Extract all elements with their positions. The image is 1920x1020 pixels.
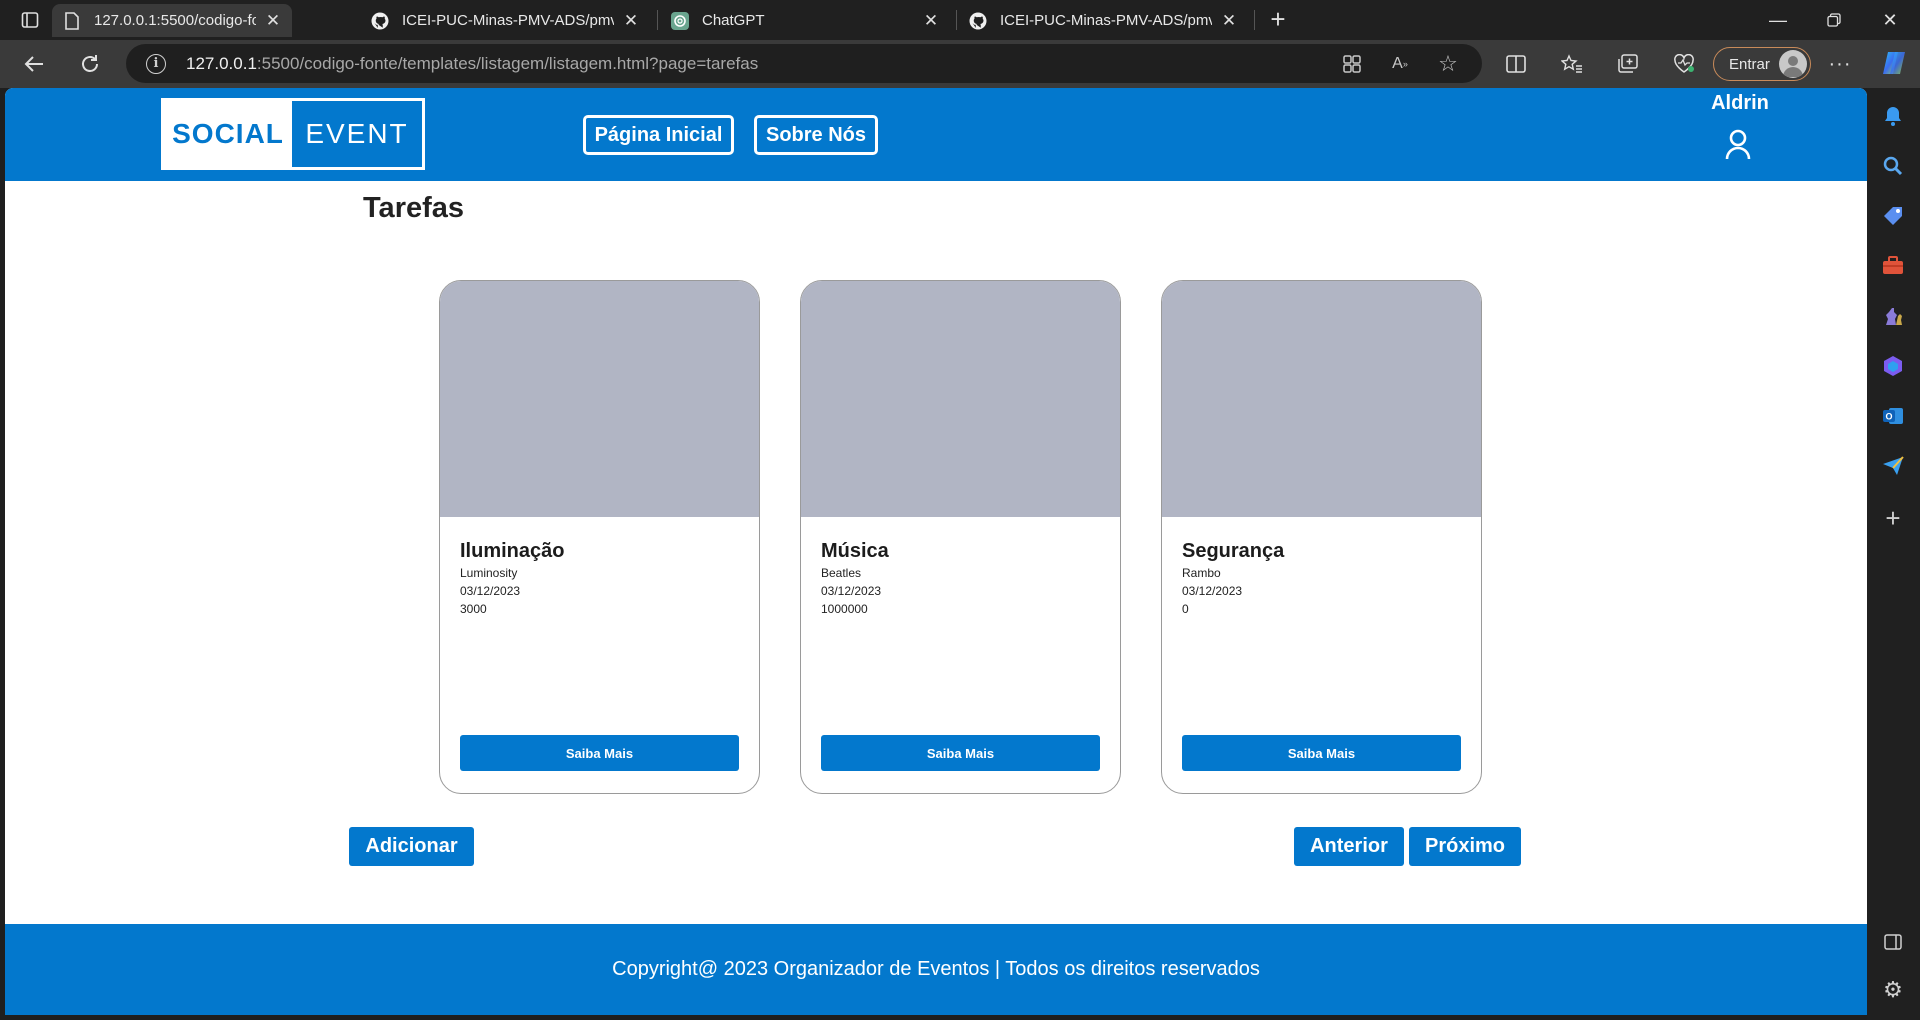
refresh-icon[interactable] [76, 50, 104, 78]
tab-title: ICEI-PUC-Minas-PMV-ADS/pmv- [1000, 12, 1212, 29]
page-viewport: SOCIAL EVENT Página Inicial Sobre Nós Al… [5, 88, 1867, 1015]
task-responsible: Rambo [1182, 566, 1221, 580]
tab-title: ICEI-PUC-Minas-PMV-ADS/pmv- [402, 12, 614, 29]
task-value: 1000000 [821, 602, 868, 616]
saiba-mais-button[interactable]: Saiba Mais [460, 735, 739, 771]
tab-listagem[interactable]: 127.0.0.1:5500/codigo-fonte/tem ✕ [52, 4, 292, 37]
copilot-icon[interactable] [1879, 48, 1909, 78]
add-sidebar-app-icon[interactable]: + [1879, 503, 1907, 533]
task-value: 0 [1182, 602, 1189, 616]
task-name: Música [821, 540, 889, 562]
tab-separator [657, 10, 658, 30]
task-responsible: Beatles [821, 566, 862, 580]
task-value: 3000 [460, 602, 487, 616]
tab-separator [956, 10, 957, 30]
site-header: SOCIAL EVENT Página Inicial Sobre Nós Al… [5, 88, 1867, 181]
new-tab-icon[interactable]: + [1264, 6, 1292, 34]
task-image-placeholder [801, 281, 1120, 517]
search-icon[interactable] [1879, 152, 1907, 180]
task-name: Segurança [1182, 540, 1285, 562]
task-date: 03/12/2023 [1182, 584, 1243, 598]
task-image-placeholder [440, 281, 759, 517]
tab-github-1[interactable]: ICEI-PUC-Minas-PMV-ADS/pmv- ✕ [360, 4, 650, 37]
footer-copyright: Copyright@ 2023 Organizador de Eventos |… [612, 958, 1260, 980]
split-screen-icon[interactable] [1502, 50, 1530, 78]
add-task-button[interactable]: Adicionar [349, 827, 474, 866]
github-icon [968, 11, 988, 31]
site-footer: Copyright@ 2023 Organizador de Eventos |… [5, 924, 1867, 1015]
minimize-icon[interactable]: — [1755, 6, 1801, 34]
page-icon [62, 11, 82, 31]
task-responsible: Luminosity [460, 566, 518, 580]
tab-actions-icon[interactable] [18, 8, 42, 32]
task-card: Segurança Rambo 03/12/2023 0 Saiba Mais [1161, 280, 1482, 794]
favorites-icon[interactable] [1558, 50, 1586, 78]
microsoft-365-icon[interactable] [1879, 352, 1907, 380]
telegram-send-icon[interactable] [1879, 452, 1907, 480]
nav-home-button[interactable]: Página Inicial [583, 115, 734, 155]
signin-label: Entrar [1729, 55, 1770, 73]
profile-avatar-icon [1779, 50, 1807, 78]
close-icon[interactable]: ✕ [922, 11, 940, 31]
task-image-placeholder [1162, 281, 1481, 517]
close-icon[interactable]: ✕ [264, 11, 282, 31]
browser-essentials-icon[interactable] [1670, 50, 1698, 78]
favorite-star-icon[interactable]: ☆ [1436, 51, 1460, 76]
signin-button[interactable]: Entrar [1713, 47, 1811, 81]
address-url[interactable]: 127.0.0.1:5500/codigo-fonte/templates/li… [186, 54, 758, 74]
games-chess-icon[interactable] [1879, 302, 1907, 330]
logo-social: SOCIAL [164, 101, 292, 167]
logo-event: EVENT [305, 118, 409, 149]
app-available-icon[interactable] [1340, 53, 1364, 75]
url-path: :5500/codigo-fonte/templates/listagem/li… [256, 54, 759, 73]
browser-toolbar: i 127.0.0.1:5500/codigo-fonte/templates/… [0, 40, 1920, 88]
restore-icon[interactable] [1811, 6, 1857, 34]
tab-chatgpt[interactable]: ChatGPT ✕ [660, 4, 950, 37]
previous-page-button[interactable]: Anterior [1294, 827, 1404, 866]
saiba-mais-button[interactable]: Saiba Mais [821, 735, 1100, 771]
task-date: 03/12/2023 [460, 584, 521, 598]
tab-separator [1254, 10, 1255, 30]
task-card: Música Beatles 03/12/2023 1000000 Saiba … [800, 280, 1121, 794]
github-icon [370, 11, 390, 31]
page-title: Tarefas [363, 192, 465, 224]
url-host: 127.0.0.1 [186, 54, 257, 73]
next-page-button[interactable]: Próximo [1409, 827, 1521, 866]
task-name: Iluminação [460, 540, 565, 562]
task-date: 03/12/2023 [821, 584, 882, 598]
more-menu-icon[interactable]: ··· [1826, 50, 1854, 78]
notification-bell-icon[interactable] [1879, 102, 1907, 130]
task-card: Iluminação Luminosity 03/12/2023 3000 Sa… [439, 280, 760, 794]
browser-tab-bar: 127.0.0.1:5500/codigo-fonte/tem ✕ ICEI-P… [0, 0, 1920, 40]
tools-briefcase-icon[interactable] [1879, 252, 1907, 280]
nav-about-button[interactable]: Sobre Nós [754, 115, 878, 155]
sidebar-toggle-icon[interactable] [1879, 928, 1907, 956]
read-aloud-icon[interactable]: A» [1388, 53, 1412, 75]
tab-github-2[interactable]: ICEI-PUC-Minas-PMV-ADS/pmv- ✕ [958, 4, 1248, 37]
saiba-mais-button[interactable]: Saiba Mais [1182, 735, 1461, 771]
shopping-tag-icon[interactable] [1879, 202, 1907, 230]
address-bar[interactable]: i 127.0.0.1:5500/codigo-fonte/templates/… [126, 44, 1482, 83]
collections-icon[interactable] [1614, 50, 1642, 78]
close-icon[interactable]: ✕ [622, 11, 640, 31]
site-logo[interactable]: SOCIAL EVENT [161, 98, 425, 170]
close-icon[interactable]: ✕ [1220, 11, 1238, 31]
settings-gear-icon[interactable]: ⚙ [1879, 976, 1907, 1004]
site-info-icon[interactable]: i [146, 54, 166, 74]
chatgpt-icon [670, 11, 690, 31]
outlook-icon[interactable]: O [1879, 402, 1907, 430]
svg-text:O: O [1885, 412, 1892, 422]
user-name: Aldrin [1711, 92, 1769, 114]
tab-title: 127.0.0.1:5500/codigo-fonte/tem [94, 12, 256, 29]
back-arrow-icon[interactable] [20, 50, 48, 78]
window-close-icon[interactable]: ✕ [1867, 6, 1913, 34]
tab-title: ChatGPT [702, 12, 765, 29]
user-profile-icon[interactable] [1723, 128, 1753, 160]
